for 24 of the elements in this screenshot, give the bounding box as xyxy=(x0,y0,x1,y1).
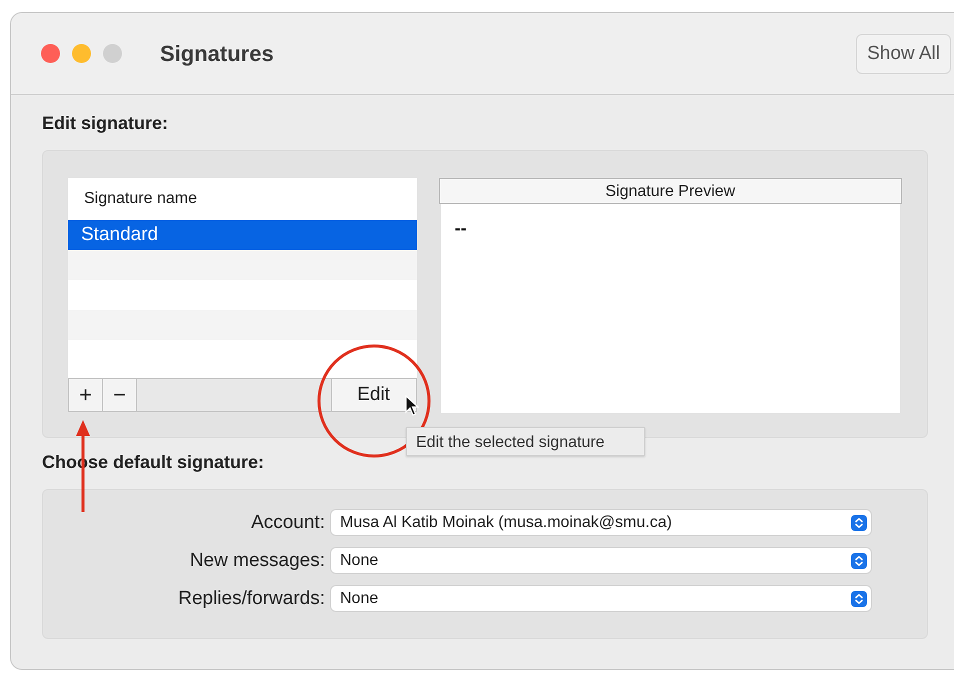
preview-text: -- xyxy=(454,218,467,238)
dropdown[interactable]: None xyxy=(331,548,871,573)
field-label: New messages: xyxy=(190,550,325,572)
edit-button[interactable]: Edit xyxy=(330,379,416,411)
zoom-button[interactable] xyxy=(103,44,122,63)
signature-row[interactable]: Standard xyxy=(68,220,417,250)
stepper-icon xyxy=(851,552,867,568)
dropdown[interactable]: Musa Al Katib Moinak (musa.moinak@smu.ca) xyxy=(331,510,871,535)
add-button[interactable]: + xyxy=(69,379,103,411)
window-title: Signatures xyxy=(160,40,274,66)
dropdown[interactable]: None xyxy=(331,586,871,611)
cursor-icon xyxy=(405,395,419,417)
preview-header: Signature Preview xyxy=(438,178,902,204)
section-heading: Edit signature: xyxy=(42,113,170,134)
close-button[interactable] xyxy=(41,44,60,63)
field-label: Replies/forwards: xyxy=(178,588,325,610)
remove-button[interactable]: − xyxy=(103,379,137,411)
stepper-icon xyxy=(851,514,867,530)
column-header: Signature name xyxy=(83,189,198,209)
field-label: Account: xyxy=(251,512,325,534)
tooltip: Edit the selected signature xyxy=(406,427,645,456)
stepper-icon xyxy=(851,590,867,606)
minimize-button[interactable] xyxy=(72,44,91,63)
show-all-button[interactable]: Show All xyxy=(856,34,951,74)
